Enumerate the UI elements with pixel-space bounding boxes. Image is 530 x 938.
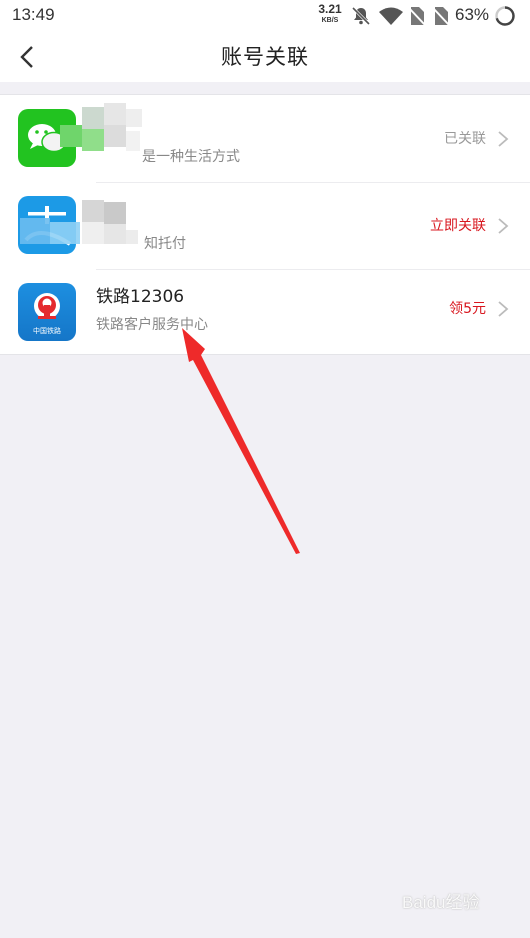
red-arrow-annotation	[182, 328, 300, 554]
baidu-watermark: Baidu经验	[402, 893, 480, 912]
